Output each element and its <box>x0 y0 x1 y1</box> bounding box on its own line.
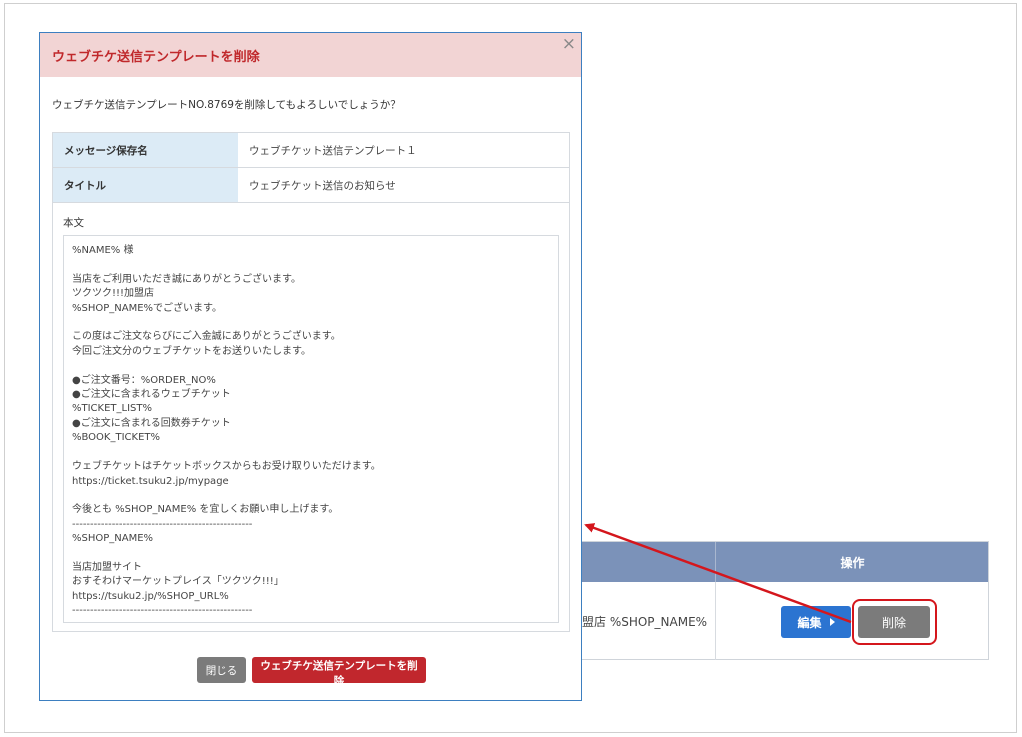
header-operations: 操作 <box>715 542 989 582</box>
body-text-box: %NAME% 様 当店をご利用いただき誠にありがとうございます。 ツクツク!!!… <box>63 235 559 623</box>
row-value: ウェブチケット送信のお知らせ <box>249 179 396 192</box>
row-message-name: メッセージ保存名 ウェブチケット送信テンプレート１ <box>53 133 569 168</box>
body-label: 本文 <box>63 217 84 229</box>
row-value: ウェブチケット送信テンプレート１ <box>249 144 417 157</box>
body-text: %NAME% 様 当店をご利用いただき誠にありがとうございます。 ツクツク!!!… <box>72 245 381 617</box>
modal-header: ウェブチケ送信テンプレートを削除 × <box>40 33 581 77</box>
confirm-delete-button[interactable]: ウェブチケ送信テンプレートを削除 <box>252 657 426 687</box>
template-list-table: 操作 盟店 %SHOP_NAME% 編集 削除 <box>581 541 989 660</box>
edit-button-label: 編集 <box>797 615 822 630</box>
edit-button[interactable]: 編集 <box>781 606 851 638</box>
caret-right-icon <box>829 618 835 626</box>
column-divider <box>715 582 716 660</box>
close-button[interactable]: 閉じる <box>197 657 246 683</box>
row-title: タイトル ウェブチケット送信のお知らせ <box>53 168 569 203</box>
delete-template-modal: ウェブチケ送信テンプレートを削除 × ウェブチケ送信テンプレートNO.8769を… <box>39 32 582 701</box>
modal-title: ウェブチケ送信テンプレートを削除 <box>52 50 260 65</box>
row-label: メッセージ保存名 <box>53 133 238 167</box>
row-label: タイトル <box>53 168 238 202</box>
table-header: 操作 <box>582 542 988 582</box>
confirm-message: ウェブチケ送信テンプレートNO.8769を削除してもよろしいでしょうか？ <box>52 99 401 111</box>
template-detail-table: メッセージ保存名 ウェブチケット送信テンプレート１ タイトル ウェブチケット送信… <box>52 132 570 632</box>
shop-name-cell: 盟店 %SHOP_NAME% <box>582 614 708 629</box>
row-delete-button[interactable]: 削除 <box>858 606 930 638</box>
close-icon[interactable]: × <box>562 34 576 54</box>
